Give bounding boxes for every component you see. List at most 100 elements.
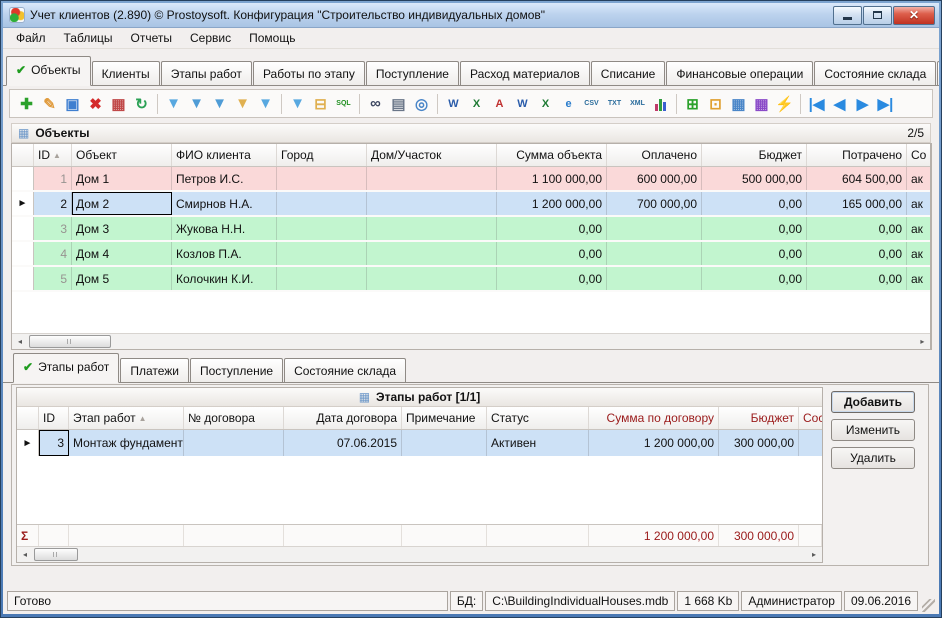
cell-paid[interactable] xyxy=(607,267,702,290)
edit-record-icon[interactable]: ✎ xyxy=(38,93,61,115)
filter-load-icon[interactable]: ▼ xyxy=(231,93,254,115)
scroll-thumb[interactable] xyxy=(34,548,78,561)
col-budget[interactable]: Бюджет xyxy=(702,144,807,166)
stages-hscrollbar[interactable]: ◂ ▸ xyxy=(17,546,822,562)
add-record-icon[interactable]: ✚ xyxy=(15,93,38,115)
delete-record-icon[interactable]: ✖ xyxy=(84,93,107,115)
tab-material-usage[interactable]: Расход материалов xyxy=(460,61,590,85)
add-computed-record-icon[interactable]: ⊞ xyxy=(681,93,704,115)
cell-paid[interactable]: 600 000,00 xyxy=(607,167,702,190)
cell-object[interactable]: Дом 1 xyxy=(72,167,172,190)
scroll-right-icon[interactable]: ▸ xyxy=(806,547,822,562)
cell-plot[interactable] xyxy=(367,167,497,190)
cell-note[interactable] xyxy=(402,430,487,456)
col-paid[interactable]: Оплачено xyxy=(607,144,702,166)
subtab-work-stages[interactable]: ✔ Этапы работ xyxy=(13,353,119,383)
cell-paid[interactable]: 700 000,00 xyxy=(607,192,702,215)
cell-contract-amount[interactable]: 1 200 000,00 xyxy=(589,430,719,456)
row-selector[interactable]: ► xyxy=(12,192,34,215)
objects-vscrollbar[interactable] xyxy=(931,143,932,350)
tree-filter-icon[interactable]: ⊟ xyxy=(309,93,332,115)
cell-budget[interactable]: 500 000,00 xyxy=(702,167,807,190)
filter-remove-icon[interactable]: ▼ xyxy=(185,93,208,115)
cell-budget[interactable]: 0,00 xyxy=(702,217,807,240)
cell-state[interactable]: ак xyxy=(907,267,930,290)
tab-employees[interactable]: Сотрудники xyxy=(937,61,939,85)
cell-spent[interactable]: 0,00 xyxy=(807,217,907,240)
cell-amount[interactable]: 0,00 xyxy=(497,217,607,240)
export-excel-icon[interactable]: X xyxy=(465,93,488,115)
cell-amount[interactable]: 1 100 000,00 xyxy=(497,167,607,190)
cell-id-focused[interactable]: 3 xyxy=(39,430,69,456)
preview-icon[interactable]: ◎ xyxy=(410,93,433,115)
cell-state[interactable] xyxy=(799,430,822,456)
cell-client[interactable]: Колочкин К.И. xyxy=(172,267,277,290)
cell-object[interactable]: Дом 3 xyxy=(72,217,172,240)
menu-tables[interactable]: Таблицы xyxy=(55,29,122,47)
scroll-thumb[interactable] xyxy=(29,335,111,348)
cell-state[interactable]: ак xyxy=(907,192,930,215)
table-row[interactable]: 4 Дом 4 Козлов П.А. 0,00 0,00 0,00 ак xyxy=(12,242,930,267)
resize-grip[interactable] xyxy=(922,599,935,612)
cell-object-focused[interactable]: Дом 2 xyxy=(72,192,172,215)
col-contract-amount[interactable]: Сумма по договору xyxy=(589,407,719,429)
menu-help[interactable]: Помощь xyxy=(240,29,304,47)
filter-add-icon[interactable]: ▼ xyxy=(162,93,185,115)
cell-city[interactable] xyxy=(277,167,367,190)
scroll-right-icon[interactable]: ▸ xyxy=(914,334,930,349)
open-in-word-icon[interactable]: W xyxy=(511,93,534,115)
record-settings-icon[interactable]: ⊡ xyxy=(704,93,727,115)
filter-view-icon[interactable]: ▼ xyxy=(286,93,309,115)
filter-save-icon[interactable]: ▼ xyxy=(254,93,277,115)
scroll-left-icon[interactable]: ◂ xyxy=(17,547,33,562)
tab-writeoff[interactable]: Списание xyxy=(591,61,666,85)
export-txt-icon[interactable]: TXT xyxy=(603,93,626,115)
stages-row-selected[interactable]: ► 3 Монтаж фундамента 07.06.2015 Активен… xyxy=(17,430,822,456)
cell-state[interactable]: ак xyxy=(907,242,930,265)
close-button[interactable]: ✕ xyxy=(893,6,935,25)
cell-status[interactable]: Активен xyxy=(487,430,589,456)
tab-objects[interactable]: ✔ Объекты xyxy=(6,56,91,86)
cell-amount[interactable]: 1 200 000,00 xyxy=(497,192,607,215)
cell-contract[interactable] xyxy=(184,430,284,456)
menu-service[interactable]: Сервис xyxy=(181,29,240,47)
cell-spent[interactable]: 604 500,00 xyxy=(807,167,907,190)
delete-from-table-icon[interactable]: ▦ xyxy=(107,93,130,115)
col-object[interactable]: Объект xyxy=(72,144,172,166)
cell-city[interactable] xyxy=(277,242,367,265)
cell-stage[interactable]: Монтаж фундамента xyxy=(69,430,184,456)
col-contract[interactable]: № договора xyxy=(184,407,284,429)
cell-city[interactable] xyxy=(277,267,367,290)
maximize-button[interactable] xyxy=(863,6,892,25)
nav-next-icon[interactable]: ▶ xyxy=(851,93,874,115)
cell-client[interactable]: Смирнов Н.А. xyxy=(172,192,277,215)
col-status[interactable]: Статус xyxy=(487,407,589,429)
row-selector[interactable]: ► xyxy=(17,430,39,456)
cell-client[interactable]: Петров И.С. xyxy=(172,167,277,190)
col-amount[interactable]: Сумма объекта xyxy=(497,144,607,166)
table-row[interactable]: 5 Дом 5 Колочкин К.И. 0,00 0,00 0,00 ак xyxy=(12,267,930,292)
objects-hscrollbar[interactable]: ◂ ▸ xyxy=(12,333,930,349)
cell-plot[interactable] xyxy=(367,192,497,215)
menu-file[interactable]: Файл xyxy=(7,29,55,47)
col-state[interactable]: Со xyxy=(907,144,930,166)
chart-icon[interactable] xyxy=(649,93,672,115)
col-id[interactable]: ID▲ xyxy=(34,144,72,166)
cell-contract-date[interactable]: 07.06.2015 xyxy=(284,430,402,456)
cell-spent[interactable]: 0,00 xyxy=(807,267,907,290)
tab-stage-works[interactable]: Работы по этапу xyxy=(253,61,365,85)
cell-id[interactable]: 2 xyxy=(34,192,72,215)
cell-id[interactable]: 5 xyxy=(34,267,72,290)
sql-filter-icon[interactable]: SQL xyxy=(332,93,355,115)
cell-budget[interactable]: 0,00 xyxy=(702,192,807,215)
col-city[interactable]: Город xyxy=(277,144,367,166)
cell-budget[interactable]: 0,00 xyxy=(702,242,807,265)
cell-amount[interactable]: 0,00 xyxy=(497,267,607,290)
add-button[interactable]: Добавить xyxy=(831,391,915,413)
delete-button[interactable]: Удалить xyxy=(831,447,915,469)
export-csv-icon[interactable]: CSV xyxy=(580,93,603,115)
open-in-browser-icon[interactable]: e xyxy=(557,93,580,115)
tab-financial-ops[interactable]: Финансовые операции xyxy=(666,61,813,85)
cell-spent[interactable]: 0,00 xyxy=(807,242,907,265)
edit-button[interactable]: Изменить xyxy=(831,419,915,441)
